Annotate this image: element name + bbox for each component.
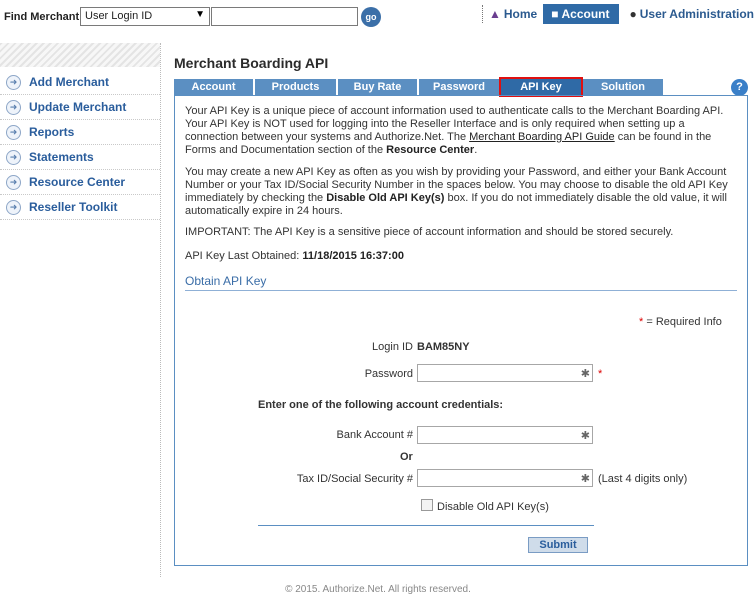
sidebar: ➜ Add Merchant ➜ Update Merchant ➜ Repor… bbox=[0, 70, 160, 220]
login-id-value: BAM85NY bbox=[417, 341, 470, 353]
credentials-note: Enter one of the following account crede… bbox=[258, 399, 504, 411]
sidebar-item-label: Reports bbox=[29, 125, 75, 139]
top-nav: ▲ Home ■ Account ● User Administration bbox=[482, 4, 754, 24]
sidebar-header-pattern bbox=[0, 43, 160, 67]
disable-old-key-label[interactable]: Disable Old API Key(s) bbox=[437, 501, 549, 513]
arrow-right-icon: ➜ bbox=[6, 149, 21, 165]
tab-products[interactable]: Products bbox=[255, 79, 336, 95]
instructions-paragraph: You may create a new API Key as often as… bbox=[185, 166, 737, 218]
tab-account[interactable]: Account bbox=[174, 79, 253, 95]
password-required-star: * bbox=[598, 368, 603, 380]
last-4-note: (Last 4 digits only) bbox=[598, 473, 688, 485]
sidebar-item-add-merchant[interactable]: ➜ Add Merchant bbox=[0, 70, 160, 95]
last-obtained-value: 11/18/2015 16:37:00 bbox=[302, 250, 404, 262]
nav-user-administration[interactable]: ● User Administration bbox=[619, 4, 754, 24]
intro-text-3: . bbox=[474, 144, 478, 156]
sidebar-item-label: Statements bbox=[29, 150, 94, 164]
help-icon[interactable]: ? bbox=[731, 79, 748, 96]
find-merchant-select-value: User Login ID bbox=[85, 10, 153, 22]
sidebar-item-label: Resource Center bbox=[29, 175, 126, 189]
tab-buy-rate[interactable]: Buy Rate bbox=[338, 79, 417, 95]
submit-button[interactable]: Submit bbox=[528, 537, 588, 553]
arrow-right-icon: ➜ bbox=[6, 124, 21, 140]
find-merchant-input[interactable] bbox=[211, 7, 358, 26]
disable-old-key-text: Disable Old API Key(s) bbox=[326, 192, 445, 204]
sidebar-item-label: Update Merchant bbox=[29, 100, 127, 114]
tab-solution[interactable]: Solution bbox=[583, 79, 663, 95]
resource-center-text: Resource Center bbox=[386, 144, 475, 156]
arrow-right-icon: ➜ bbox=[6, 174, 21, 190]
nav-admin-label: User Administration bbox=[639, 7, 754, 21]
nav-account[interactable]: ■ Account bbox=[543, 4, 620, 24]
login-id-label: Login ID bbox=[372, 341, 413, 353]
sidebar-item-reports[interactable]: ➜ Reports bbox=[0, 120, 160, 145]
tab-bar: Account Products Buy Rate Password API K… bbox=[174, 77, 665, 97]
tax-id-input[interactable]: ✱ bbox=[417, 469, 593, 487]
intro-paragraph: Your API Key is a unique piece of accoun… bbox=[185, 105, 737, 157]
tab-password[interactable]: Password bbox=[419, 79, 499, 95]
nav-account-label: Account bbox=[561, 7, 610, 21]
arrow-right-icon: ➜ bbox=[6, 99, 21, 115]
nav-home[interactable]: ▲ Home bbox=[487, 4, 543, 24]
home-icon: ▲ bbox=[489, 7, 501, 21]
obtain-api-key-heading: Obtain API Key bbox=[185, 274, 267, 288]
form-divider bbox=[258, 525, 594, 526]
sidebar-divider bbox=[160, 43, 161, 577]
find-merchant-select[interactable]: User Login ID ▼ bbox=[80, 7, 210, 26]
key-icon: ✱ bbox=[580, 430, 590, 442]
sidebar-item-statements[interactable]: ➜ Statements bbox=[0, 145, 160, 170]
last-obtained: API Key Last Obtained: 11/18/2015 16:37:… bbox=[185, 250, 737, 263]
bank-account-label: Bank Account # bbox=[336, 429, 413, 441]
arrow-right-icon: ➜ bbox=[6, 74, 21, 90]
or-label: Or bbox=[400, 451, 413, 463]
go-button[interactable]: go bbox=[361, 7, 381, 27]
bank-account-input[interactable]: ✱ bbox=[417, 426, 593, 444]
key-icon: ✱ bbox=[580, 473, 590, 485]
important-note: IMPORTANT: The API Key is a sensitive pi… bbox=[185, 226, 674, 238]
api-key-panel: Your API Key is a unique piece of accoun… bbox=[174, 95, 748, 566]
find-merchant-label: Find Merchant: bbox=[4, 11, 83, 23]
key-icon: ✱ bbox=[580, 368, 590, 380]
heading-underline bbox=[185, 290, 737, 291]
tax-id-label: Tax ID/Social Security # bbox=[296, 473, 413, 485]
required-info-text: = Required Info bbox=[643, 316, 722, 328]
footer-copyright: © 2015. Authorize.Net. All rights reserv… bbox=[285, 584, 471, 595]
sidebar-item-reseller-toolkit[interactable]: ➜ Reseller Toolkit bbox=[0, 195, 160, 220]
arrow-right-icon: ➜ bbox=[6, 199, 21, 215]
users-icon: ● bbox=[629, 7, 637, 21]
last-obtained-label: API Key Last Obtained: bbox=[185, 250, 303, 262]
guide-link[interactable]: Merchant Boarding API Guide bbox=[469, 131, 615, 143]
password-label: Password bbox=[364, 368, 413, 380]
required-info-note: * = Required Info bbox=[639, 316, 722, 328]
sidebar-item-resource-center[interactable]: ➜ Resource Center bbox=[0, 170, 160, 195]
top-bar: Find Merchant: User Login ID ▼ go ▲ Home… bbox=[0, 0, 756, 34]
nav-home-label: Home bbox=[503, 7, 538, 21]
disable-old-key-checkbox[interactable] bbox=[421, 499, 433, 511]
tab-api-key[interactable]: API Key bbox=[499, 77, 583, 97]
sidebar-item-update-merchant[interactable]: ➜ Update Merchant bbox=[0, 95, 160, 120]
sidebar-item-label: Add Merchant bbox=[29, 75, 110, 89]
password-input[interactable]: ✱ bbox=[417, 364, 593, 382]
folder-icon: ■ bbox=[551, 7, 559, 21]
sidebar-item-label: Reseller Toolkit bbox=[29, 200, 118, 214]
nav-separator bbox=[482, 5, 483, 23]
dropdown-arrow-icon: ▼ bbox=[195, 9, 205, 20]
page-title: Merchant Boarding API bbox=[174, 55, 329, 71]
